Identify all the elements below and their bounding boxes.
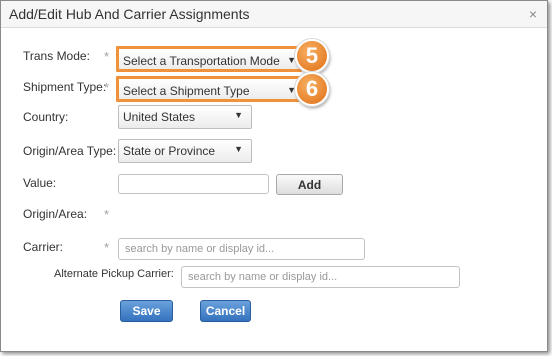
close-icon[interactable]: × <box>529 6 537 22</box>
step-6-badge: 6 <box>295 72 329 106</box>
origin-area-type-label: Origin/Area Type: <box>23 144 117 158</box>
dialog-titlebar: Add/Edit Hub And Carrier Assignments × <box>1 1 547 28</box>
chevron-down-icon: ▼ <box>234 110 243 120</box>
value-label: Value: <box>23 176 57 190</box>
country-label: Country: <box>23 110 69 124</box>
origin-area-label: Origin/Area: <box>23 207 88 221</box>
cancel-button[interactable]: Cancel <box>200 300 251 322</box>
carrier-required-icon: * <box>104 240 110 255</box>
country-select[interactable]: United States ▼ <box>118 105 252 129</box>
chevron-down-icon: ▼ <box>234 144 243 154</box>
hub-carrier-dialog: Add/Edit Hub And Carrier Assignments × T… <box>0 0 548 352</box>
origin-area-type-select[interactable]: State or Province ▼ <box>118 139 252 163</box>
carrier-label: Carrier: <box>23 240 64 254</box>
shipment-type-label: Shipment Type: <box>23 80 107 94</box>
origin-area-required-icon: * <box>104 207 110 222</box>
trans-mode-select[interactable]: Select a Transportation Mode ▼ <box>116 46 302 72</box>
shipment-type-select[interactable]: Select a Shipment Type ▼ <box>116 76 302 102</box>
alternate-pickup-carrier-label: Alternate Pickup Carrier: <box>54 268 174 280</box>
step-5-badge: 5 <box>295 39 329 73</box>
value-input[interactable] <box>118 174 269 194</box>
shipment-type-required-icon: * <box>104 80 110 95</box>
trans-mode-required-icon: * <box>104 49 110 64</box>
carrier-search-input[interactable] <box>118 238 365 260</box>
alternate-pickup-carrier-input[interactable] <box>181 266 460 288</box>
trans-mode-label: Trans Mode: <box>23 49 90 63</box>
save-button[interactable]: Save <box>120 300 173 322</box>
dialog-title: Add/Edit Hub And Carrier Assignments <box>9 6 250 22</box>
add-button[interactable]: Add <box>276 174 343 195</box>
